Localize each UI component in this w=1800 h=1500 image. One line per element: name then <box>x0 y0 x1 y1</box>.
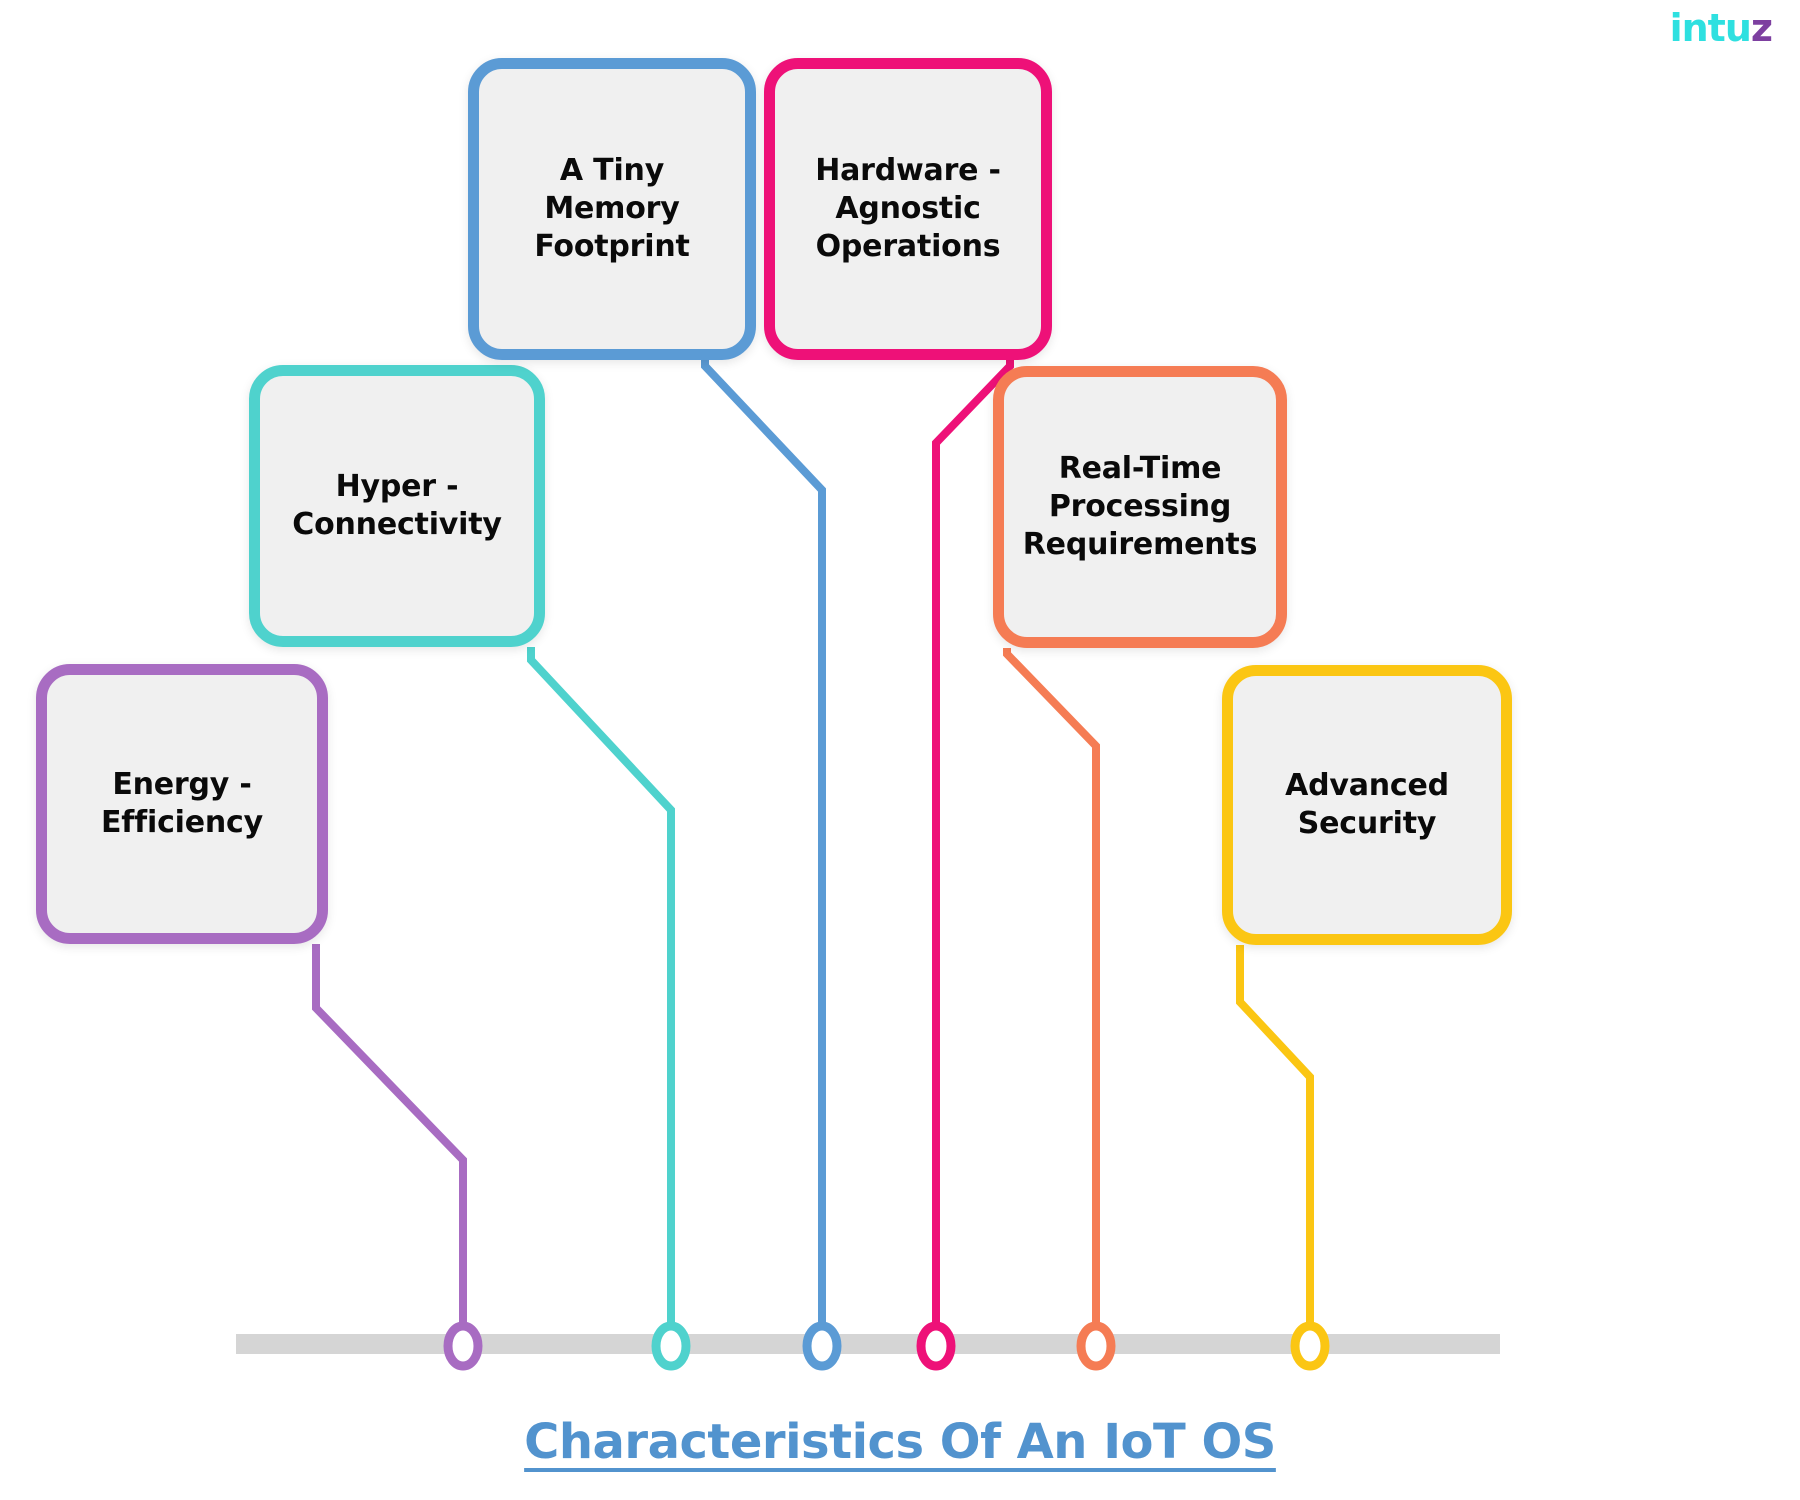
node-tiny-memory-footprint[interactable]: A Tiny Memory Footprint <box>468 58 756 360</box>
endpoint-marker-advanced-security[interactable] <box>1290 1321 1330 1371</box>
connector-advanced-security <box>1236 945 1314 1322</box>
node-label-hardware-agnostic-operations: Hardware - Agnostic Operations <box>815 153 1001 264</box>
node-label-real-time-processing-requirements: Real-Time Processing Requirements <box>1022 451 1258 562</box>
endpoint-marker-hyper-connectivity[interactable] <box>651 1321 691 1371</box>
connector-real-time <box>1003 648 1100 1322</box>
node-real-time-processing-requirements[interactable]: Real-Time Processing Requirements <box>993 366 1287 648</box>
logo-text-main: intu <box>1669 6 1752 50</box>
node-label-energy-efficiency: Energy - Efficiency <box>101 767 263 840</box>
endpoint-marker-real-time-processing-requirements[interactable] <box>1076 1321 1116 1371</box>
endpoint-marker-hardware-agnostic-operations[interactable] <box>916 1321 956 1371</box>
logo-text-accent: z <box>1750 6 1773 50</box>
baseline-track <box>236 1334 1500 1354</box>
node-hyper-connectivity[interactable]: Hyper - Connectivity <box>249 365 545 647</box>
endpoint-marker-tiny-memory-footprint[interactable] <box>802 1321 842 1371</box>
diagram-caption: Characteristics Of An IoT OS <box>0 1414 1800 1470</box>
endpoint-marker-energy-efficiency[interactable] <box>443 1321 483 1371</box>
node-label-advanced-security: Advanced Security <box>1285 768 1449 841</box>
connector-tiny-memory <box>701 360 826 1322</box>
node-label-hyper-connectivity: Hyper - Connectivity <box>292 469 502 542</box>
node-advanced-security[interactable]: Advanced Security <box>1222 665 1512 945</box>
connector-hyper-connectivity <box>527 647 675 1322</box>
caption-title[interactable]: Characteristics Of An IoT OS <box>524 1414 1276 1470</box>
node-energy-efficiency[interactable]: Energy - Efficiency <box>36 664 328 944</box>
intuz-logo[interactable]: intuz <box>1669 6 1773 50</box>
connector-energy-efficiency <box>312 944 467 1322</box>
node-label-tiny-memory-footprint: A Tiny Memory Footprint <box>534 153 690 264</box>
node-hardware-agnostic-operations[interactable]: Hardware - Agnostic Operations <box>764 58 1052 360</box>
infographic-canvas: intuz Energy - Efficiency Hyper - Connect… <box>0 0 1800 1500</box>
